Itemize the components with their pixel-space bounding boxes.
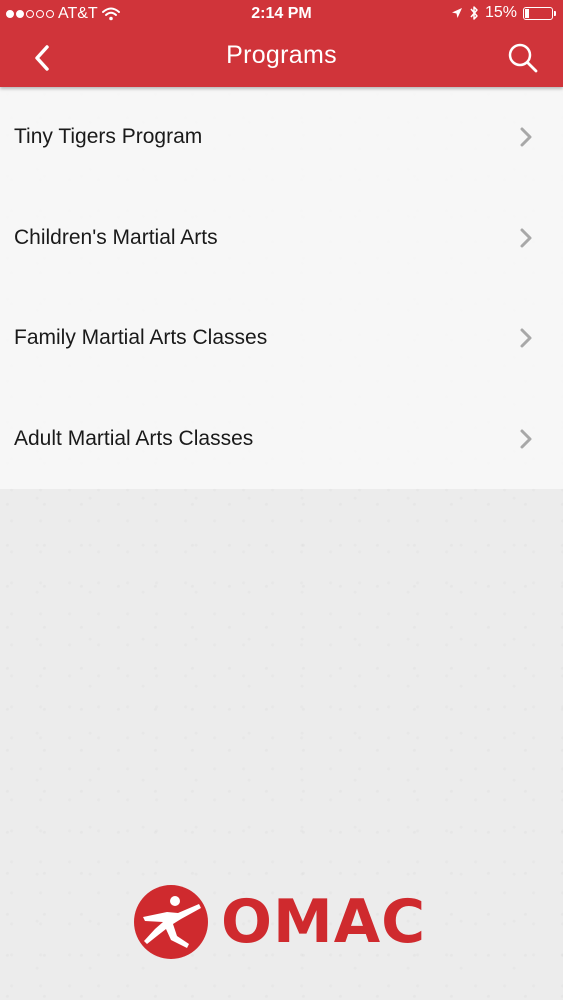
list-item-label: Family Martial Arts Classes <box>14 326 268 350</box>
omac-logo: OMAC <box>133 883 433 961</box>
chevron-right-icon <box>519 227 533 249</box>
navigation-bar: Programs <box>0 30 563 87</box>
battery-icon <box>523 6 556 20</box>
list-item-family-martial-arts[interactable]: Family Martial Arts Classes <box>0 288 563 389</box>
status-right: 15% <box>451 4 556 22</box>
martial-artist-kick-icon <box>134 885 208 959</box>
list-item-label: Adult Martial Arts Classes <box>14 426 254 450</box>
search-icon <box>508 43 538 73</box>
list-item-childrens-martial-arts[interactable]: Children's Martial Arts <box>0 188 563 289</box>
list-item-adult-martial-arts[interactable]: Adult Martial Arts Classes <box>0 389 563 490</box>
chevron-right-icon <box>519 428 533 450</box>
bluetooth-icon <box>470 6 478 20</box>
list-item-label: Children's Martial Arts <box>14 225 218 249</box>
location-arrow-icon <box>451 8 462 18</box>
logo-wordmark: OMAC <box>221 887 427 957</box>
page-title: Programs <box>226 41 337 69</box>
chevron-right-icon <box>519 327 533 349</box>
list-item-tiny-tigers[interactable]: Tiny Tigers Program <box>0 87 563 188</box>
status-bar: AT&T 2:14 PM 15% <box>0 0 563 30</box>
search-button[interactable] <box>501 36 545 80</box>
list-item-label: Tiny Tigers Program <box>14 125 203 149</box>
chevron-right-icon <box>519 126 533 148</box>
battery-level <box>525 8 529 18</box>
app-header: AT&T 2:14 PM 15% Programs <box>0 0 563 87</box>
battery-percent: 15% <box>484 4 517 21</box>
programs-list: Tiny Tigers Program Children's Martial A… <box>0 87 563 489</box>
